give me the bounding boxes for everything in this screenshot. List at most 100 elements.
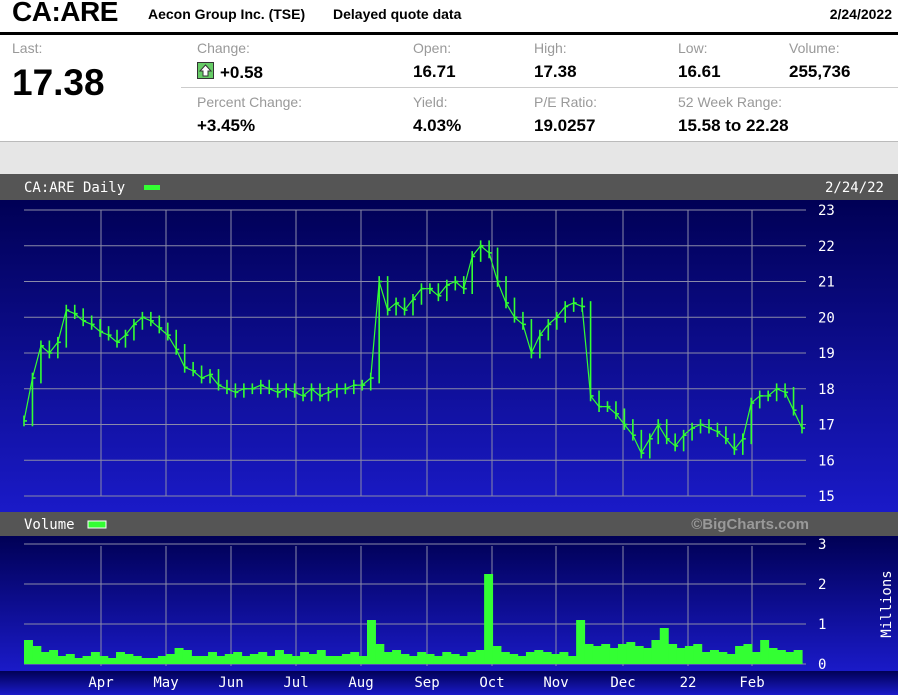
volume-bar (325, 656, 335, 664)
volume-bar (450, 654, 460, 664)
volume-bar (174, 648, 184, 664)
volume-bar (735, 646, 745, 664)
volume-bar (768, 648, 778, 664)
price-legend-swatch (144, 185, 160, 190)
volume-bar (132, 656, 142, 664)
volume-bar (709, 650, 719, 664)
volume-bar (74, 658, 84, 664)
volume-title: Volume (24, 517, 75, 533)
yield-label: Yield: (413, 94, 448, 110)
spacer-bar (0, 142, 898, 174)
quote-divider (181, 87, 898, 88)
high-value: 17.38 (534, 62, 577, 81)
volume-bar (99, 656, 109, 664)
volume-bar (341, 654, 351, 664)
volume-bar (525, 652, 535, 664)
x-axis-tick: Jul (283, 675, 308, 691)
volume-bar (266, 656, 276, 664)
volume-bar (500, 652, 510, 664)
symbol: CA:ARE (12, 0, 118, 27)
volume-bar (509, 654, 519, 664)
volume-legend-swatch (87, 520, 107, 529)
low-label: Low: (678, 40, 708, 56)
volume-bar (350, 652, 360, 664)
range-value: 15.58 to 22.28 (678, 116, 789, 135)
volume-bar (291, 656, 301, 664)
volume-bar (693, 644, 703, 664)
volume-bar (300, 652, 310, 664)
volume-bar (149, 658, 159, 664)
volume-bar (592, 646, 602, 664)
price-y-tick: 23 (818, 203, 835, 219)
volume-bar (751, 652, 761, 664)
volume-bar (643, 648, 653, 664)
price-plot-area (0, 200, 898, 512)
pct-label: Percent Change: (197, 94, 303, 110)
volume-bar (743, 644, 753, 664)
x-axis-tick: 22 (680, 675, 697, 691)
volume-bar (609, 648, 619, 664)
volume-bar (684, 646, 694, 664)
volume-bar (718, 652, 728, 664)
volume-bar (40, 652, 50, 664)
pe-label: P/E Ratio: (534, 94, 598, 110)
volume-bar (760, 640, 770, 664)
volume-bar (49, 650, 59, 664)
price-title: CA:ARE Daily (24, 180, 125, 196)
volume-bar (258, 652, 268, 664)
volume-bar (793, 650, 803, 664)
price-y-tick: 18 (818, 382, 835, 398)
volume-bar (584, 644, 594, 664)
x-axis-tick: Sep (414, 675, 439, 691)
price-y-tick: 16 (818, 453, 835, 469)
company-name: Aecon Group Inc. (TSE) (148, 6, 306, 22)
volume-bar (668, 644, 678, 664)
volume-bar (82, 656, 92, 664)
price-date: 2/24/22 (825, 180, 884, 196)
volume-bar (375, 644, 385, 664)
volume-bar (57, 656, 67, 664)
change-label: Change: (197, 40, 250, 56)
price-y-tick: 20 (818, 310, 835, 326)
volume-bar (32, 646, 42, 664)
high-label: High: (534, 40, 567, 56)
volume-bar (425, 654, 435, 664)
volume-y-tick: 0 (818, 657, 826, 673)
price-y-tick: 19 (818, 346, 835, 362)
volume-bar (776, 650, 786, 664)
x-axis-tick: Jun (218, 675, 243, 691)
volume-bar (199, 656, 209, 664)
volume-bar (216, 656, 226, 664)
change-value: +0.58 (197, 62, 263, 83)
volume-bar (316, 650, 326, 664)
volume-y-tick: 1 (818, 617, 826, 633)
volume-bar (492, 646, 502, 664)
volume-bar (283, 654, 293, 664)
volume-bar (90, 652, 100, 664)
volume-bar (601, 644, 611, 664)
volume-bar (559, 652, 569, 664)
volume-bar (617, 644, 627, 664)
volume-bar (366, 620, 376, 664)
quote-panel: Last: 17.38 Change: +0.58 Open: 16.71 Hi… (0, 35, 898, 142)
price-y-tick: 15 (818, 489, 835, 505)
volume-label: Volume: (789, 40, 840, 56)
volume-bar (651, 640, 661, 664)
volume-bar (208, 652, 218, 664)
volume-bar (157, 656, 167, 664)
volume-bar (392, 650, 402, 664)
delayed-note: Delayed quote data (333, 6, 462, 22)
price-title-bar (0, 174, 898, 200)
volume-bar (459, 656, 468, 664)
volume-bar (676, 648, 686, 664)
volume-bar (65, 654, 75, 664)
pe-value: 19.0257 (534, 116, 596, 135)
volume-bar (383, 652, 393, 664)
price-y-tick: 22 (818, 239, 835, 255)
volume-bar (484, 574, 494, 664)
volume-bar (433, 656, 443, 664)
volume-axis-label: Millions (879, 570, 895, 637)
volume-bar (567, 656, 577, 664)
volume-bar (785, 652, 795, 664)
range-label: 52 Week Range: (678, 94, 783, 110)
